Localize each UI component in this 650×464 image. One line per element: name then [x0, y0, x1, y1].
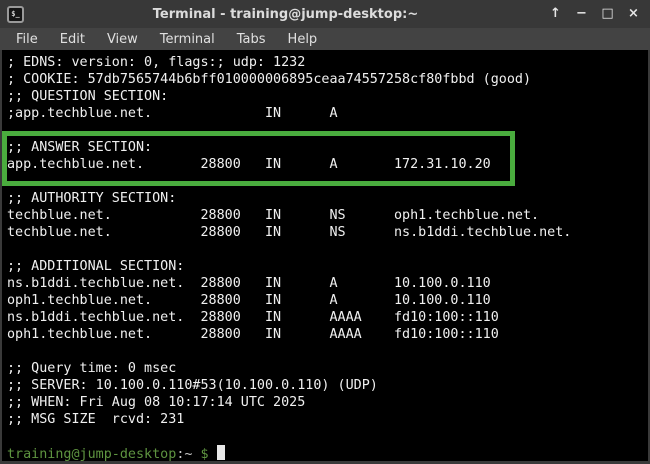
terminal-line: ;app.techblue.net. IN A: [7, 105, 648, 122]
menu-item-edit[interactable]: Edit: [49, 30, 96, 49]
terminal-line: ;; ANSWER SECTION:: [7, 139, 648, 156]
terminal-frame: ; EDNS: version: 0, flags:; udp: 1232; C…: [0, 50, 650, 464]
rollup-button[interactable]: ↑: [547, 4, 564, 24]
menu-item-tabs[interactable]: Tabs: [226, 30, 277, 49]
terminal-window: $_ Terminal - training@jump-desktop:~ ↑ …: [0, 0, 650, 464]
terminal-line: ;; AUTHORITY SECTION:: [7, 190, 648, 207]
terminal-line: ; EDNS: version: 0, flags:; udp: 1232: [7, 54, 648, 71]
menu-item-view[interactable]: View: [96, 30, 149, 49]
shell-prompt: training@jump-desktop:~ $: [7, 445, 648, 461]
prompt-symbol: $: [201, 447, 209, 461]
terminal-line: ; COOKIE: 57db7565744b6bff010000006895ce…: [7, 71, 648, 88]
title-bar: $_ Terminal - training@jump-desktop:~ ↑ …: [0, 0, 650, 28]
terminal-line: ns.b1ddi.techblue.net. 28800 IN AAAA fd1…: [7, 309, 648, 326]
terminal-line: ;; WHEN: Fri Aug 08 10:17:14 UTC 2025: [7, 394, 648, 411]
terminal-line: ns.b1ddi.techblue.net. 28800 IN A 10.100…: [7, 275, 648, 292]
terminal-lines: ; EDNS: version: 0, flags:; udp: 1232; C…: [7, 54, 648, 445]
terminal-line: ;; ADDITIONAL SECTION:: [7, 258, 648, 275]
maximize-button[interactable]: □: [599, 4, 616, 24]
terminal-line: ;; MSG SIZE rcvd: 231: [7, 411, 648, 428]
menu-bar: FileEditViewTerminalTabsHelp: [0, 28, 650, 50]
menu-item-terminal[interactable]: Terminal: [149, 30, 226, 49]
close-button[interactable]: ×: [625, 4, 642, 24]
minimize-button[interactable]: −: [573, 4, 590, 24]
terminal-line: ;; SERVER: 10.100.0.110#53(10.100.0.110)…: [7, 377, 648, 394]
prompt-user-host: training@jump-desktop: [7, 447, 176, 461]
prompt-path: :~: [176, 447, 192, 461]
terminal-line: techblue.net. 28800 IN NS ns.b1ddi.techb…: [7, 224, 648, 241]
terminal-line: [7, 173, 648, 190]
terminal-line: [7, 241, 648, 258]
terminal-line: [7, 343, 648, 360]
terminal-line: [7, 428, 648, 445]
menu-item-file[interactable]: File: [5, 30, 49, 49]
terminal-line: techblue.net. 28800 IN NS oph1.techblue.…: [7, 207, 648, 224]
terminal-line: app.techblue.net. 28800 IN A 172.31.10.2…: [7, 156, 648, 173]
terminal-output[interactable]: ; EDNS: version: 0, flags:; udp: 1232; C…: [2, 50, 648, 461]
terminal-line: oph1.techblue.net. 28800 IN A 10.100.0.1…: [7, 292, 648, 309]
terminal-line: ;; Query time: 0 msec: [7, 360, 648, 377]
window-title: Terminal - training@jump-desktop:~: [24, 7, 547, 22]
terminal-line: ;; QUESTION SECTION:: [7, 88, 648, 105]
window-controls: ↑ − □ ×: [547, 4, 642, 24]
menu-item-help[interactable]: Help: [277, 30, 329, 49]
terminal-line: oph1.techblue.net. 28800 IN AAAA fd10:10…: [7, 326, 648, 343]
terminal-cursor: [217, 445, 225, 460]
terminal-icon: $_: [7, 6, 24, 23]
terminal-line: [7, 122, 648, 139]
